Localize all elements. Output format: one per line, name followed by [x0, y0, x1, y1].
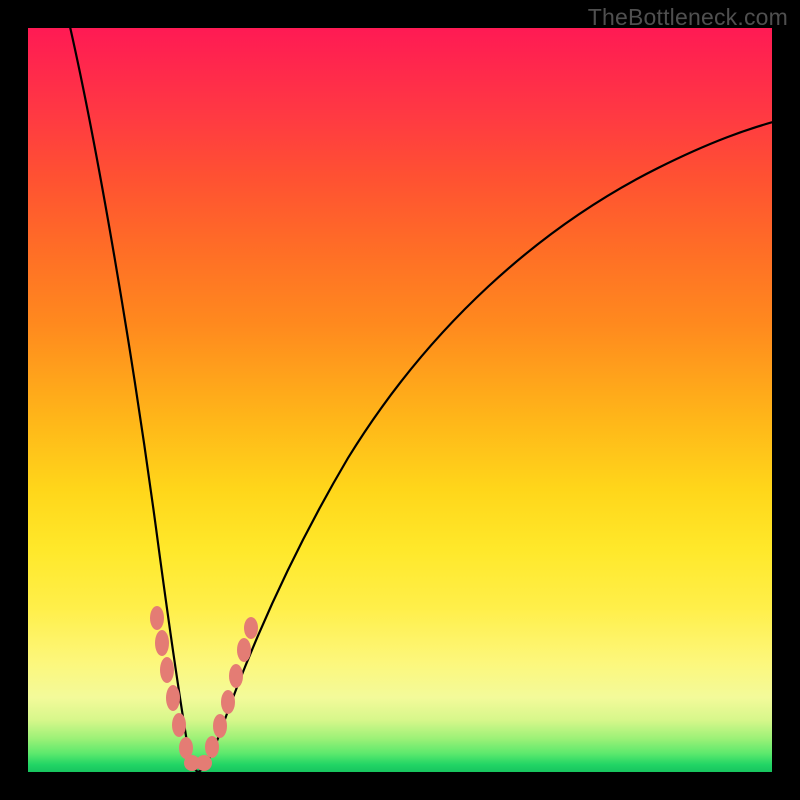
- curve-left-branch: [68, 28, 198, 772]
- curves-layer: [28, 28, 772, 772]
- plot-area: [28, 28, 772, 772]
- chart-frame: TheBottleneck.com: [0, 0, 800, 800]
- watermark-text: TheBottleneck.com: [588, 4, 788, 31]
- marker-group: [150, 606, 258, 771]
- curve-right-branch: [198, 118, 772, 772]
